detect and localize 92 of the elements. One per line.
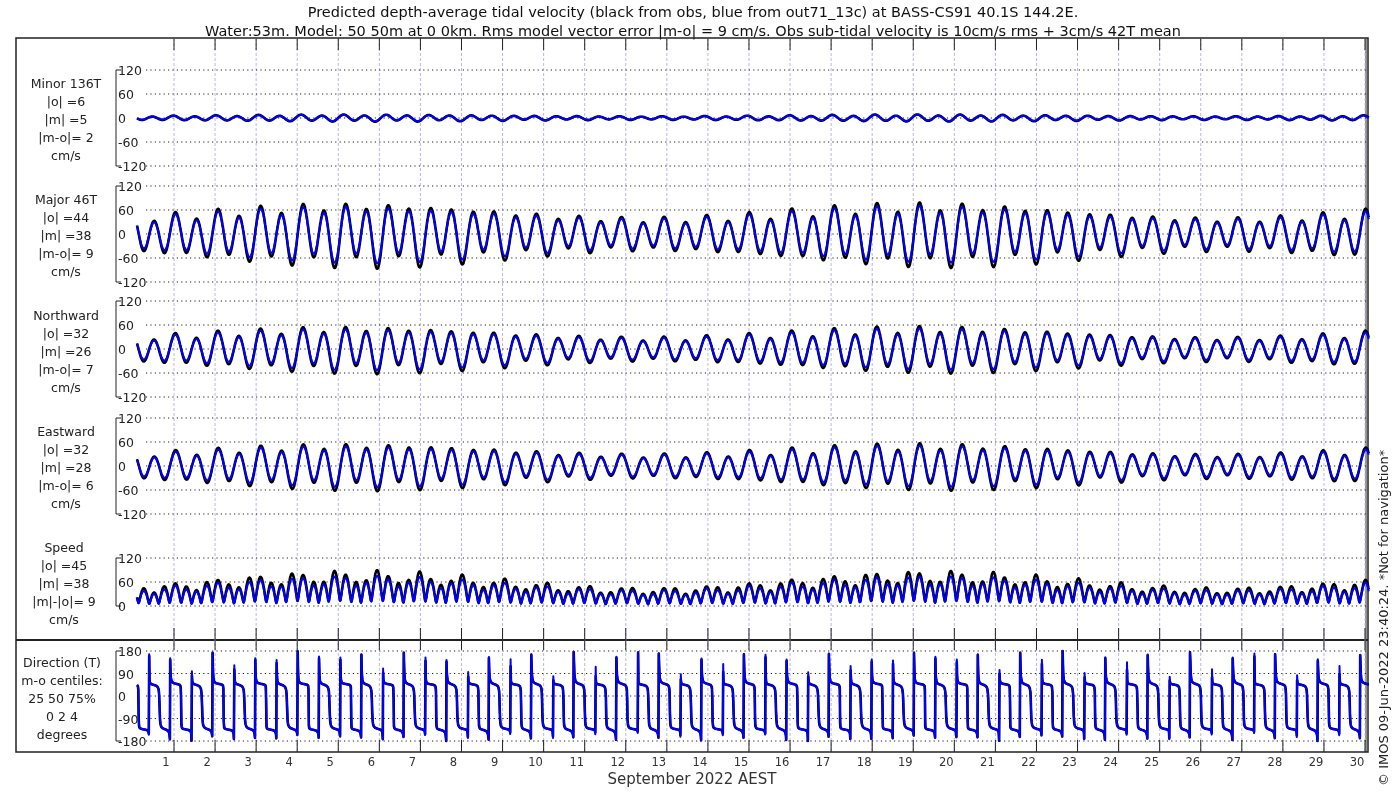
panel-label: |o| =32 [42, 326, 90, 341]
y-tick-label: 120 [118, 411, 142, 426]
day-label: 19 [897, 755, 913, 769]
y-tick-label: 90 [118, 666, 134, 682]
panel-label: cm/s [51, 148, 81, 163]
y-tick-label: 120 [118, 179, 142, 194]
y-tick-label: 0 [118, 342, 126, 357]
day-label: 25 [1144, 755, 1159, 769]
x-axis-label: September 2022 AEST [607, 770, 777, 788]
panel-label: Eastward [37, 424, 95, 439]
y-tick-label: -90 [118, 711, 139, 727]
day-label: 26 [1185, 755, 1201, 769]
panel-label: |m| =26 [40, 344, 92, 359]
y-tick-label: 0 [118, 459, 126, 474]
panel-label: |m-o|= 2 [38, 130, 94, 145]
panel-label: cm/s [49, 612, 79, 627]
day-label: 15 [733, 755, 749, 769]
y-tick-label: 180 [118, 644, 142, 659]
panel-label: Major 46T [34, 192, 98, 207]
y-tick-label: 60 [118, 575, 134, 590]
day-label: 1 [162, 755, 170, 769]
panel-label: cm/s [51, 264, 81, 279]
panel-label: m-o centiles: [21, 673, 103, 688]
day-label: 9 [490, 755, 499, 769]
day-label: 27 [1226, 755, 1242, 769]
panel-label: |m| =5 [44, 112, 88, 127]
y-tick-label: -60 [118, 366, 139, 381]
y-tick-label: 0 [118, 111, 126, 126]
y-tick-label: 120 [118, 551, 142, 566]
y-tick-label: 120 [118, 63, 142, 78]
day-label: 21 [980, 755, 995, 769]
y-tick-label: 120 [118, 294, 142, 309]
day-label: 13 [651, 755, 667, 769]
day-label: 4 [285, 755, 293, 769]
panel-label: |o| =44 [42, 210, 90, 225]
day-label: 2 [203, 755, 211, 769]
day-label: 3 [244, 755, 252, 769]
y-tick-label: 60 [118, 203, 134, 218]
panel-label: degrees [36, 727, 88, 742]
y-tick-label: -120 [118, 159, 147, 174]
panel-label: |m| =38 [40, 228, 92, 243]
panel-label: Direction (T) [23, 655, 101, 670]
panel-label: |m-o|= 7 [38, 362, 94, 377]
panel-label: Minor 136T [30, 76, 102, 91]
y-tick-label: 60 [118, 87, 134, 102]
panel-label: |o| =45 [40, 558, 88, 573]
copyright-note: © IMOS 09-Jun-2022 23:40:24. *Not for navigation* [1376, 449, 1391, 786]
y-tick-label: 60 [118, 435, 134, 450]
day-label: 29 [1308, 755, 1324, 769]
plot-title: Predicted depth-average tidal velocity (black from obs, blue from out71_13c) at BASS-CS91 40.1S 144.2E. [307, 4, 1079, 20]
panel-label: |o| =32 [42, 442, 90, 457]
day-label: 30 [1349, 755, 1365, 769]
y-tick-label: 0 [118, 689, 126, 704]
day-label: 11 [569, 755, 584, 769]
panel-label: 0 2 4 [46, 709, 78, 724]
y-tick-label: -120 [118, 390, 147, 405]
y-tick-label: -60 [118, 135, 139, 150]
panel-label: |m|-|o|= 9 [32, 594, 96, 609]
plot-title: Water:53m. Model: 50 50m at 0 0km. Rms model vector error |m-o| = 9 cm/s. Obs sub-tidal velocity is 10cm/s rms + 3cm/s 42T mean [205, 23, 1181, 39]
day-label: 24 [1103, 755, 1118, 769]
day-label: 20 [939, 755, 954, 769]
y-tick-label: -120 [118, 275, 147, 290]
day-label: 23 [1062, 755, 1077, 769]
panel-label: cm/s [51, 496, 81, 511]
panel-label: |m-o|= 9 [38, 246, 94, 261]
panel-label: 25 50 75% [28, 691, 96, 706]
day-label: 16 [774, 755, 790, 769]
panel-label: |o| =6 [46, 94, 86, 109]
day-label: 28 [1267, 755, 1283, 769]
y-tick-label: -60 [118, 251, 139, 266]
day-label: 22 [1021, 755, 1036, 769]
y-tick-label: 60 [118, 318, 134, 333]
y-tick-label: -60 [118, 483, 139, 498]
panel-label: |m-o|= 6 [38, 478, 94, 493]
day-label: 5 [326, 755, 334, 769]
panel-label: Northward [33, 308, 99, 323]
day-label: 7 [408, 755, 417, 769]
day-label: 10 [528, 755, 543, 769]
y-tick-label: 0 [118, 227, 126, 242]
day-label: 14 [692, 755, 708, 769]
y-tick-label: 0 [118, 599, 126, 614]
day-label: 6 [367, 755, 375, 769]
panel-label: |m| =28 [40, 460, 92, 475]
panel-label: Speed [44, 540, 84, 555]
panel-label: cm/s [51, 380, 81, 395]
day-label: 8 [449, 755, 458, 769]
panel-label: |m| =38 [38, 576, 90, 591]
day-label: 18 [856, 755, 872, 769]
day-label: 17 [815, 755, 831, 769]
day-label: 12 [610, 755, 626, 769]
y-tick-label: -180 [118, 734, 147, 749]
y-tick-label: -120 [118, 507, 147, 522]
